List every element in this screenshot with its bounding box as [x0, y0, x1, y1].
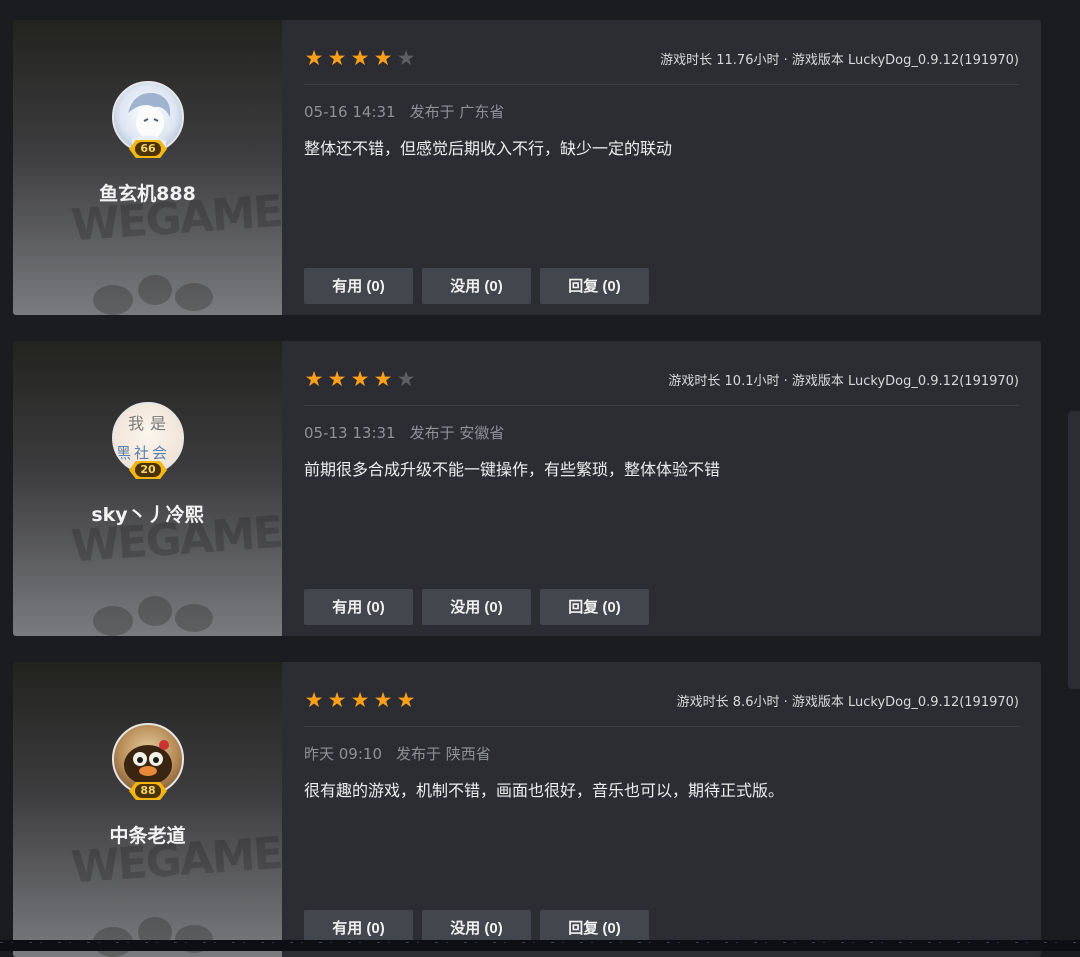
play-info: 游戏时长 8.6小时 · 游戏版本 LuckyDog_0.9.12(191970…	[676, 695, 1019, 710]
star-icon: ★	[396, 367, 416, 391]
user-panel: WEGAME 88 中条老道	[13, 662, 282, 957]
star-icon: ★	[304, 688, 324, 712]
star-icon: ★	[373, 367, 393, 391]
review-actions: 有用 (0) 没用 (0) 回复 (0)	[304, 268, 649, 304]
star-icon: ★	[304, 46, 324, 70]
star-icon: ★	[373, 46, 393, 70]
username[interactable]: 鱼玄机888	[13, 179, 282, 206]
username[interactable]: 中条老道	[13, 821, 282, 848]
username[interactable]: sky丶丿冷熙	[13, 500, 282, 527]
post-location: 发布于 广东省	[409, 103, 505, 121]
play-info: 游戏时长 10.1小时 · 游戏版本 LuckyDog_0.9.12(19197…	[668, 374, 1019, 389]
post-info: 昨天 09:10 发布于 陕西省	[304, 743, 491, 764]
post-date: 昨天 09:10	[304, 745, 382, 763]
review-text: 前期很多合成升级不能一键操作，有些繁琐，整体体验不错	[304, 460, 721, 479]
bottom-bar	[0, 940, 1080, 951]
post-location: 发布于 安徽省	[409, 424, 505, 442]
level-badge: 20	[129, 461, 167, 479]
star-icon: ★	[396, 688, 416, 712]
star-icon: ★	[350, 46, 370, 70]
review-text: 很有趣的游戏，机制不错，画面也很好，音乐也可以，期待正式版。	[304, 781, 785, 800]
avatar[interactable]: 66	[112, 81, 184, 158]
review-text: 整体还不错，但感觉后期收入不行，缺少一定的联动	[304, 139, 673, 158]
useless-button[interactable]: 没用 (0)	[422, 268, 531, 304]
star-icon: ★	[373, 688, 393, 712]
reply-button[interactable]: 回复 (0)	[540, 589, 649, 625]
star-icon: ★	[396, 46, 416, 70]
useful-button[interactable]: 有用 (0)	[304, 268, 413, 304]
watermark-decoration	[83, 265, 223, 315]
post-info: 05-16 14:31 发布于 广东省	[304, 101, 504, 122]
star-icon: ★	[327, 46, 347, 70]
divider	[304, 405, 1019, 406]
avatar[interactable]: 88	[112, 723, 184, 800]
divider	[304, 726, 1019, 727]
post-location: 发布于 陕西省	[396, 745, 491, 763]
avatar[interactable]: 我是 黑社会 20	[112, 402, 184, 479]
post-date: 05-13 13:31	[304, 424, 396, 442]
watermark-decoration	[83, 586, 223, 636]
star-icon: ★	[327, 367, 347, 391]
level-badge: 88	[129, 782, 167, 800]
reply-button[interactable]: 回复 (0)	[540, 268, 649, 304]
star-icon: ★	[350, 367, 370, 391]
star-rating: ★ ★ ★ ★ ★	[304, 688, 416, 712]
review-content: ★ ★ ★ ★ ★ 游戏时长 11.76小时 · 游戏版本 LuckyDog_0…	[304, 20, 1019, 315]
user-panel: WEGAME 我是 黑社会 20 sky丶丿冷熙	[13, 341, 282, 636]
user-panel: WEGAME 66 鱼玄机888	[13, 20, 282, 315]
post-date: 05-16 14:31	[304, 103, 396, 121]
star-rating: ★ ★ ★ ★ ★	[304, 46, 416, 70]
review-card: WEGAME 66 鱼玄机888 ★ ★ ★ ★ ★ 游戏时长 11.76小时 …	[13, 20, 1041, 315]
star-rating: ★ ★ ★ ★ ★	[304, 367, 416, 391]
review-content: ★ ★ ★ ★ ★ 游戏时长 8.6小时 · 游戏版本 LuckyDog_0.9…	[304, 662, 1019, 957]
useless-button[interactable]: 没用 (0)	[422, 589, 531, 625]
divider	[304, 84, 1019, 85]
star-icon: ★	[350, 688, 370, 712]
useful-button[interactable]: 有用 (0)	[304, 589, 413, 625]
star-icon: ★	[304, 367, 324, 391]
review-card: WEGAME 我是 黑社会 20 sky丶丿冷熙 ★ ★ ★ ★ ★ 游戏时长 …	[13, 341, 1041, 636]
post-info: 05-13 13:31 发布于 安徽省	[304, 422, 504, 443]
play-info: 游戏时长 11.76小时 · 游戏版本 LuckyDog_0.9.12(1919…	[660, 53, 1019, 68]
star-icon: ★	[327, 688, 347, 712]
review-content: ★ ★ ★ ★ ★ 游戏时长 10.1小时 · 游戏版本 LuckyDog_0.…	[304, 341, 1019, 636]
scrollbar[interactable]	[1068, 411, 1080, 689]
review-card: WEGAME 88 中条老道 ★ ★ ★ ★ ★ 游戏时长 8.6小时 · 游戏…	[13, 662, 1041, 957]
level-badge: 66	[129, 140, 167, 158]
review-actions: 有用 (0) 没用 (0) 回复 (0)	[304, 589, 649, 625]
